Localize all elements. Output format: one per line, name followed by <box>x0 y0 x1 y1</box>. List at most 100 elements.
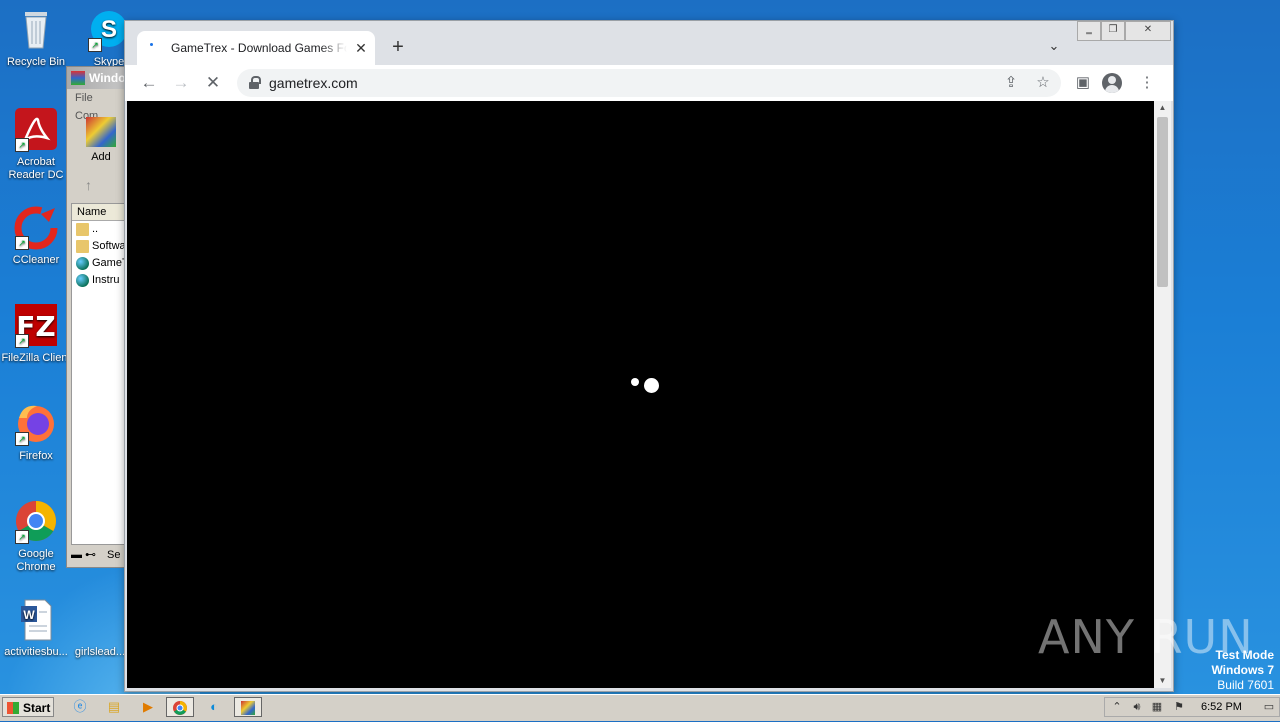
desktop-icon-chrome[interactable]: ↗ Google Chrome <box>0 498 72 574</box>
shortcut-arrow-icon: ↗ <box>88 38 102 52</box>
scrollbar-thumb[interactable] <box>1157 117 1168 287</box>
web-link-icon <box>76 257 89 270</box>
back-button[interactable]: ← <box>135 69 163 97</box>
profile-avatar-icon[interactable] <box>1102 73 1122 93</box>
desktop-icon-label: Firefox <box>19 450 53 462</box>
build-label: Build 7601 <box>1217 678 1274 692</box>
tab-search-chevron-icon[interactable]: ⌄ <box>1043 35 1065 57</box>
desktop-icon-label: girlslead... <box>74 646 126 658</box>
desktop-icon-girlslead[interactable]: girlslead... <box>68 646 132 659</box>
share-icon[interactable]: ⇪ <box>997 69 1025 97</box>
tab-gametrex[interactable]: GameTrex - Download Games For Free ✕ <box>137 31 375 65</box>
lock-icon[interactable] <box>249 76 261 89</box>
shortcut-arrow-icon: ↗ <box>15 334 29 348</box>
web-link-icon <box>76 274 89 287</box>
browser-toolbar: ← → ✕ gametrex.com ⇪ ☆ ▣ ⋮ <box>125 65 1173 101</box>
scroll-up-icon[interactable]: ▲ <box>1154 101 1171 115</box>
acrobat-reader-icon: ↗ <box>13 106 59 152</box>
vertical-scrollbar[interactable]: ▲ ▼ <box>1154 101 1171 688</box>
desktop-icon-label: activitiesbu... <box>4 646 68 658</box>
add-button-label: Add <box>91 151 111 163</box>
chrome-window[interactable]: GameTrex - Download Games For Free ✕ + ⌄… <box>124 20 1174 692</box>
desktop-icon-firefox[interactable]: ↗ Firefox <box>0 400 72 463</box>
taskbar-winrar-icon[interactable] <box>234 697 262 717</box>
clock[interactable]: 6:52 PM <box>1201 698 1242 716</box>
page-viewport[interactable] <box>127 101 1154 688</box>
taskbar-edge-icon[interactable]: ◐ <box>200 697 228 717</box>
desktop-icon-recycle-bin[interactable]: Recycle Bin <box>0 6 72 69</box>
taskbar-chrome-icon[interactable] <box>166 697 194 717</box>
filezilla-icon: FZ ↗ <box>13 302 59 348</box>
shortcut-arrow-icon: ↗ <box>15 432 29 446</box>
list-item[interactable]: GameT <box>72 255 128 272</box>
tab-strip: GameTrex - Download Games For Free ✕ + ⌄… <box>125 21 1173 65</box>
folder-icon <box>76 240 89 253</box>
firefox-icon: ↗ <box>13 400 59 446</box>
desktop-icon-word-doc[interactable]: W activitiesbu... <box>0 596 72 659</box>
list-item[interactable]: Softwa <box>72 238 127 255</box>
winrar-window[interactable]: Windo File Com Add ↑ Name .. Softwa Game… <box>66 66 128 568</box>
system-tray: ⌃ 🔊︎ ▦ ⚑ 6:52 PM ▭ <box>1104 697 1280 717</box>
minimize-button[interactable]: ‗ <box>1077 21 1101 41</box>
volume-icon[interactable]: 🔊︎ <box>1129 698 1145 716</box>
folder-icon <box>76 223 89 236</box>
tab-title: GameTrex - Download Games For Free <box>171 41 347 55</box>
test-mode-label: Test Mode <box>1215 648 1274 662</box>
action-center-flag-icon[interactable]: ⚑ <box>1171 698 1187 716</box>
show-hidden-icons-chevron-icon[interactable]: ⌃ <box>1109 698 1125 716</box>
tab-close-icon[interactable]: ✕ <box>353 40 369 56</box>
scroll-down-icon[interactable]: ▼ <box>1154 674 1171 688</box>
taskbar-explorer-icon[interactable]: ▤ <box>100 697 128 717</box>
drive-icon: ▬ ⊷ <box>71 549 97 561</box>
list-item[interactable]: Instru <box>72 272 127 289</box>
taskbar: Start ⓔ ▤ ▶ ◐ ⌃ 🔊︎ ▦ ⚑ 6:52 PM ▭ <box>0 694 1280 721</box>
winrar-title-bar[interactable]: Windo <box>67 67 127 89</box>
svg-text:W: W <box>23 608 35 622</box>
list-item-label: Softwa <box>92 240 126 252</box>
start-button[interactable]: Start <box>2 697 54 717</box>
side-panel-icon[interactable]: ▣ <box>1069 69 1097 97</box>
bookmark-star-icon[interactable]: ☆ <box>1029 69 1057 97</box>
up-arrow-icon[interactable]: ↑ <box>85 177 92 193</box>
close-window-button[interactable]: ✕ <box>1125 21 1171 41</box>
winrar-app-icon <box>71 71 85 85</box>
network-icon[interactable]: ▦ <box>1149 698 1165 716</box>
stop-loading-button[interactable]: ✕ <box>199 69 227 97</box>
winrar-title: Windo <box>89 71 126 85</box>
menu-file[interactable]: File <box>75 92 93 104</box>
loading-favicon-icon <box>147 40 163 56</box>
word-document-icon: W <box>13 596 59 642</box>
winrar-menu-bar: File Com <box>67 89 127 122</box>
list-item-label: GameT <box>92 257 128 269</box>
os-version-label: Windows 7 <box>1211 663 1274 677</box>
svg-text:S: S <box>101 16 117 43</box>
show-desktop-icon[interactable]: ▭ <box>1261 698 1277 716</box>
shortcut-arrow-icon: ↗ <box>15 530 29 544</box>
desktop-icon-filezilla[interactable]: FZ ↗ FileZilla Client <box>0 302 72 365</box>
loading-spinner-dot <box>631 378 639 386</box>
list-item-label: Instru <box>92 274 120 286</box>
menu-kebab-icon[interactable]: ⋮ <box>1133 69 1161 97</box>
maximize-button[interactable]: ❐ <box>1101 21 1125 41</box>
recycle-bin-icon <box>13 6 59 52</box>
start-label: Start <box>23 701 51 715</box>
desktop-icon-acrobat[interactable]: ↗ Acrobat Reader DC <box>0 106 72 182</box>
add-button[interactable]: Add <box>77 117 125 165</box>
add-archive-icon <box>86 117 116 147</box>
desktop-icon-label: FileZilla Client <box>1 352 71 364</box>
desktop-icon-ccleaner[interactable]: ↗ CCleaner <box>0 204 72 267</box>
taskbar-ie-icon[interactable]: ⓔ <box>66 697 94 717</box>
new-tab-button[interactable]: + <box>387 36 409 58</box>
file-list[interactable]: Name .. Softwa GameT Instru <box>71 203 128 545</box>
status-text: Se <box>107 549 121 561</box>
forward-button[interactable]: → <box>167 69 195 97</box>
address-bar[interactable]: gametrex.com ⇪ ☆ <box>237 69 1061 97</box>
desktop-icon-label: Google Chrome <box>16 548 56 573</box>
desktop-icon-label: Recycle Bin <box>6 56 66 68</box>
list-item[interactable]: .. <box>72 221 127 238</box>
ccleaner-icon: ↗ <box>13 204 59 250</box>
column-header-name[interactable]: Name <box>72 204 127 221</box>
taskbar-media-player-icon[interactable]: ▶ <box>134 697 162 717</box>
winrar-status-bar: ▬ ⊷ Se <box>71 547 127 563</box>
url-text[interactable]: gametrex.com <box>269 69 358 97</box>
